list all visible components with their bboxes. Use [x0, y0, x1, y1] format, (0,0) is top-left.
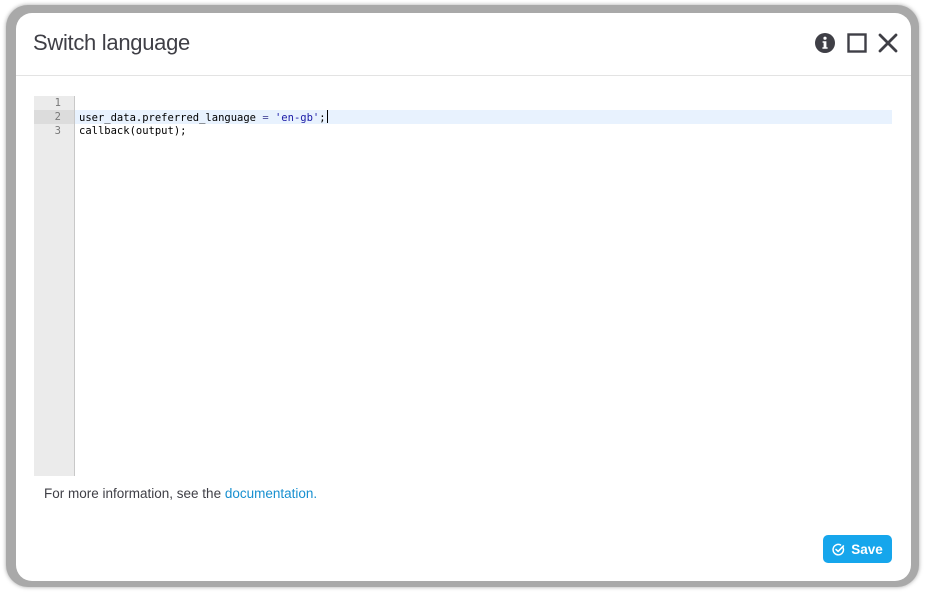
maximize-icon[interactable] [846, 32, 868, 54]
code-line: user_data.preferred_language = 'en-gb'; [79, 110, 328, 124]
code-area[interactable]: user_data.preferred_language = 'en-gb'; … [75, 96, 892, 476]
save-label: Save [851, 541, 883, 557]
close-icon[interactable] [877, 32, 899, 54]
info-prefix: For more information, see the [44, 486, 225, 501]
code-token: 'en-gb' [274, 112, 320, 124]
code-line: callback(output); [79, 124, 186, 138]
documentation-hint: For more information, see the documentat… [44, 486, 317, 501]
dialog-title: Switch language [33, 30, 190, 55]
code-token: ; [319, 112, 326, 124]
check-circle-icon [832, 543, 845, 556]
info-icon[interactable] [814, 32, 836, 54]
switch-language-dialog: Switch language 1 2 3 user_data.preferre… [16, 13, 911, 581]
text-cursor [326, 110, 328, 123]
code-token: user_data.preferred_language [79, 112, 263, 124]
line-number: 1 [54, 97, 61, 109]
line-number: 3 [54, 125, 61, 137]
info-suffix: . [313, 486, 318, 501]
code-editor[interactable]: 1 2 3 user_data.preferred_language = 'en… [34, 96, 892, 476]
code-token: callback(output); [79, 125, 187, 137]
documentation-link[interactable]: documentation [225, 486, 314, 501]
line-number: 2 [54, 111, 61, 123]
save-button[interactable]: Save [823, 535, 892, 563]
dialog-header: Switch language [16, 13, 911, 76]
line-number-gutter: 1 2 3 [34, 96, 75, 476]
